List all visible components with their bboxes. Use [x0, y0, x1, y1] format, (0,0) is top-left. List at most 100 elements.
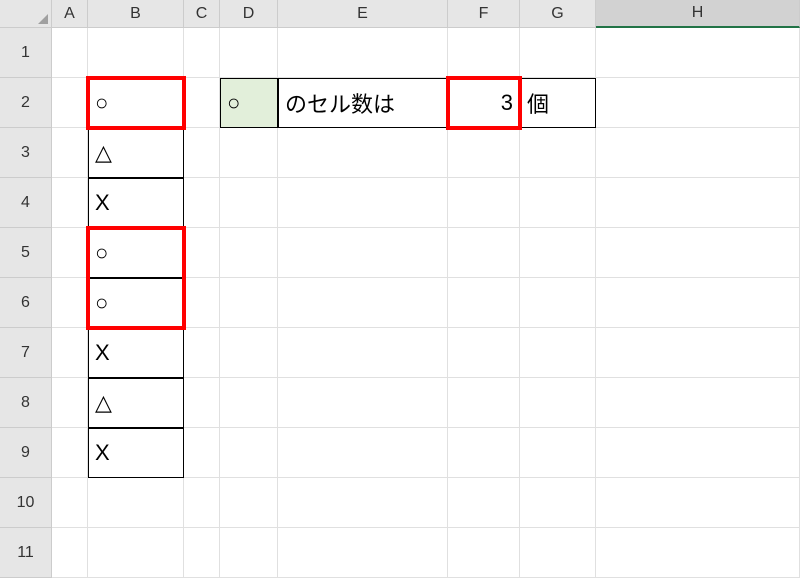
- cell-B2[interactable]: ○: [88, 78, 184, 128]
- cell-D5[interactable]: [220, 228, 278, 278]
- cell-B6[interactable]: ○: [88, 278, 184, 328]
- cell-B11[interactable]: [88, 528, 184, 578]
- cell-E5[interactable]: [278, 228, 448, 278]
- cell-F10[interactable]: [448, 478, 520, 528]
- row-header-2[interactable]: 2: [0, 78, 52, 128]
- cell-D4[interactable]: [220, 178, 278, 228]
- cell-D7[interactable]: [220, 328, 278, 378]
- cell-C9[interactable]: [184, 428, 220, 478]
- row-header-8[interactable]: 8: [0, 378, 52, 428]
- cell-E1[interactable]: [278, 28, 448, 78]
- row-header-5[interactable]: 5: [0, 228, 52, 278]
- cell-B9[interactable]: X: [88, 428, 184, 478]
- cell-B4[interactable]: X: [88, 178, 184, 228]
- cell-F9[interactable]: [448, 428, 520, 478]
- cell-E3[interactable]: [278, 128, 448, 178]
- cell-A1[interactable]: [52, 28, 88, 78]
- cell-C3[interactable]: [184, 128, 220, 178]
- cell-G11[interactable]: [520, 528, 596, 578]
- col-header-B[interactable]: B: [88, 0, 184, 28]
- cell-B8[interactable]: △: [88, 378, 184, 428]
- cell-H5[interactable]: [596, 228, 800, 278]
- row-header-3[interactable]: 3: [0, 128, 52, 178]
- cell-C10[interactable]: [184, 478, 220, 528]
- cell-A5[interactable]: [52, 228, 88, 278]
- col-header-C[interactable]: C: [184, 0, 220, 28]
- cell-G10[interactable]: [520, 478, 596, 528]
- cell-A4[interactable]: [52, 178, 88, 228]
- row-header-11[interactable]: 11: [0, 528, 52, 578]
- select-all-corner[interactable]: [0, 0, 52, 28]
- row-header-7[interactable]: 7: [0, 328, 52, 378]
- cell-G7[interactable]: [520, 328, 596, 378]
- cell-D11[interactable]: [220, 528, 278, 578]
- cell-F7[interactable]: [448, 328, 520, 378]
- row-header-1[interactable]: 1: [0, 28, 52, 78]
- cell-D10[interactable]: [220, 478, 278, 528]
- cell-F1[interactable]: [448, 28, 520, 78]
- cell-A10[interactable]: [52, 478, 88, 528]
- cell-H9[interactable]: [596, 428, 800, 478]
- cell-G2[interactable]: 個: [520, 78, 596, 128]
- col-header-D[interactable]: D: [220, 0, 278, 28]
- cell-B1[interactable]: [88, 28, 184, 78]
- cell-B5[interactable]: ○: [88, 228, 184, 278]
- cell-B3[interactable]: △: [88, 128, 184, 178]
- cell-E8[interactable]: [278, 378, 448, 428]
- cell-F2[interactable]: 3: [448, 78, 520, 128]
- cell-G8[interactable]: [520, 378, 596, 428]
- cell-D9[interactable]: [220, 428, 278, 478]
- cell-B7[interactable]: X: [88, 328, 184, 378]
- cell-G4[interactable]: [520, 178, 596, 228]
- cell-A3[interactable]: [52, 128, 88, 178]
- cell-F3[interactable]: [448, 128, 520, 178]
- cell-E11[interactable]: [278, 528, 448, 578]
- cell-C11[interactable]: [184, 528, 220, 578]
- cell-C8[interactable]: [184, 378, 220, 428]
- cell-A7[interactable]: [52, 328, 88, 378]
- cell-D3[interactable]: [220, 128, 278, 178]
- cell-A2[interactable]: [52, 78, 88, 128]
- row-header-9[interactable]: 9: [0, 428, 52, 478]
- cell-C6[interactable]: [184, 278, 220, 328]
- row-header-10[interactable]: 10: [0, 478, 52, 528]
- cell-E6[interactable]: [278, 278, 448, 328]
- cell-H8[interactable]: [596, 378, 800, 428]
- cell-E7[interactable]: [278, 328, 448, 378]
- cell-G1[interactable]: [520, 28, 596, 78]
- cell-E4[interactable]: [278, 178, 448, 228]
- row-header-4[interactable]: 4: [0, 178, 52, 228]
- cell-C1[interactable]: [184, 28, 220, 78]
- cell-E2[interactable]: のセル数は: [278, 78, 448, 128]
- col-header-A[interactable]: A: [52, 0, 88, 28]
- cell-H4[interactable]: [596, 178, 800, 228]
- cell-F11[interactable]: [448, 528, 520, 578]
- cell-A8[interactable]: [52, 378, 88, 428]
- cell-C7[interactable]: [184, 328, 220, 378]
- cell-H6[interactable]: [596, 278, 800, 328]
- cell-F8[interactable]: [448, 378, 520, 428]
- col-header-G[interactable]: G: [520, 0, 596, 28]
- cell-D8[interactable]: [220, 378, 278, 428]
- cell-C5[interactable]: [184, 228, 220, 278]
- cell-E10[interactable]: [278, 478, 448, 528]
- cell-D1[interactable]: [220, 28, 278, 78]
- cell-H3[interactable]: [596, 128, 800, 178]
- cell-D6[interactable]: [220, 278, 278, 328]
- cell-B10[interactable]: [88, 478, 184, 528]
- cell-E9[interactable]: [278, 428, 448, 478]
- cell-H7[interactable]: [596, 328, 800, 378]
- cell-G3[interactable]: [520, 128, 596, 178]
- cell-G9[interactable]: [520, 428, 596, 478]
- cell-H11[interactable]: [596, 528, 800, 578]
- cell-H1[interactable]: [596, 28, 800, 78]
- col-header-H[interactable]: H: [596, 0, 800, 28]
- cell-A9[interactable]: [52, 428, 88, 478]
- cell-C2[interactable]: [184, 78, 220, 128]
- cell-H10[interactable]: [596, 478, 800, 528]
- cell-F5[interactable]: [448, 228, 520, 278]
- cell-G6[interactable]: [520, 278, 596, 328]
- col-header-E[interactable]: E: [278, 0, 448, 28]
- cell-F6[interactable]: [448, 278, 520, 328]
- cell-H2[interactable]: [596, 78, 800, 128]
